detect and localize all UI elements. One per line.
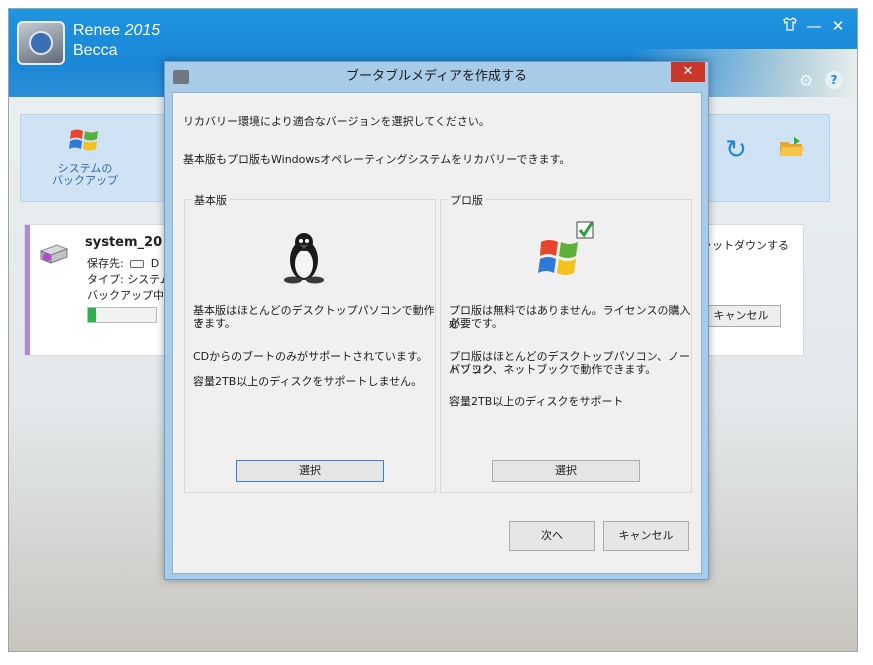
app-name: Renee xyxy=(73,22,121,39)
system-backup-button[interactable]: システムの バックアップ xyxy=(47,125,123,187)
app-year: 2015 xyxy=(124,22,161,39)
dialog-intro-1: リカバリー環境により適合なバージョンを選択してください。 xyxy=(183,115,490,128)
task-save-to-value: D xyxy=(150,257,160,270)
minimize-button[interactable]: — xyxy=(805,17,823,35)
task-type: タイプ: システム xyxy=(87,273,171,286)
disk-icon xyxy=(130,260,145,268)
pro-desc-1b: 必要です。 xyxy=(449,317,503,330)
task-progress-fill xyxy=(88,308,97,322)
dialog-cancel-button[interactable]: キャンセル xyxy=(603,521,689,551)
shirt-icon[interactable] xyxy=(781,17,799,35)
task-save-to-label: 保存先: xyxy=(87,257,124,270)
basic-select-button[interactable]: 選択 xyxy=(236,460,384,482)
pro-desc-2b: パソコン、ネットブックで動作できます。 xyxy=(449,363,657,376)
pro-edition-label: プロ版 xyxy=(447,192,486,208)
dialog-close-button[interactable]: ✕ xyxy=(671,62,705,82)
windows-check-icon xyxy=(537,220,599,282)
bootable-media-dialog: ブータブルメディアを作成する ✕ リカバリー環境により適合なバージョンを選択して… xyxy=(164,61,709,580)
app-title: Renee 2015 Becca xyxy=(73,21,160,61)
open-folder-icon[interactable] xyxy=(777,135,807,165)
next-button[interactable]: 次へ xyxy=(509,521,595,551)
refresh-icon[interactable]: ↻ xyxy=(721,135,751,165)
task-progress-bar xyxy=(87,307,157,323)
task-accent-bar xyxy=(25,225,30,355)
windows-flag-icon xyxy=(68,125,102,155)
app-user: Becca xyxy=(73,42,118,59)
task-cancel-button[interactable]: キャンセル xyxy=(701,305,781,327)
drive-icon xyxy=(39,243,69,265)
task-name: system_20 xyxy=(85,235,163,250)
task-save-to: 保存先: D xyxy=(87,255,159,271)
dialog-intro-2: 基本版もプロ版もWindowsオペレーティングシステムをリカバリーできます。 xyxy=(183,153,571,166)
penguin-icon xyxy=(279,230,329,284)
pro-desc-3: 容量2TB以上のディスクをサポート xyxy=(449,395,624,408)
close-button[interactable]: ✕ xyxy=(829,17,847,35)
basic-desc-2: CDからのブートのみがサポートされています。 xyxy=(193,350,428,363)
basic-edition-group: 基本版 基本版はほとんどのデスクトップパソコンで動作で きます。 CDからのブー… xyxy=(184,192,436,493)
dialog-title: ブータブルメディアを作成する xyxy=(345,69,528,84)
app-logo-icon xyxy=(17,21,65,65)
basic-desc-3: 容量2TB以上のディスクをサポートしません。 xyxy=(193,375,423,388)
pro-edition-group: プロ版 プロ版は無料ではありません。ライセンスの購入が 必要です。 プロ版はほと… xyxy=(440,192,692,493)
dialog-body: リカバリー環境により適合なバージョンを選択してください。 基本版もプロ版もWin… xyxy=(172,92,702,574)
system-backup-label-2: バックアップ xyxy=(52,174,118,187)
help-icon[interactable]: ? xyxy=(825,71,843,89)
gear-icon[interactable]: ⚙ xyxy=(797,71,815,90)
shutdown-text: ャットダウンする xyxy=(701,239,789,252)
task-status: バックアップ中 xyxy=(87,289,164,302)
basic-edition-label: 基本版 xyxy=(191,192,230,208)
pro-select-button[interactable]: 選択 xyxy=(492,460,640,482)
basic-desc-1b: きます。 xyxy=(193,317,236,330)
